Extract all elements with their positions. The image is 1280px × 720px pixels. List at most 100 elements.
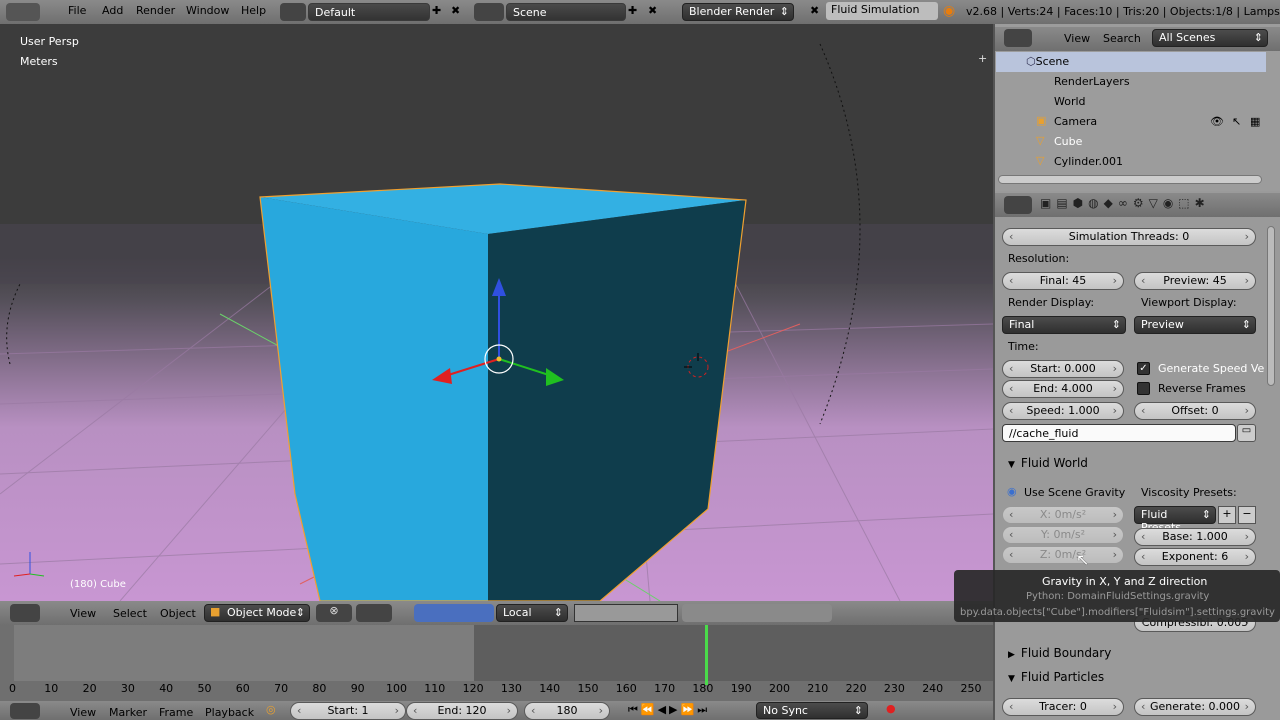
render-engine-select[interactable]: Blender Render [682, 3, 794, 21]
add-scene-icon[interactable]: ✚ [628, 4, 637, 17]
use-scene-gravity-label[interactable]: Use Scene Gravity [1024, 486, 1125, 499]
viewport-plus-icon[interactable]: + [978, 52, 987, 65]
speed-field[interactable]: Speed: 1.000 [1002, 402, 1124, 420]
panel-fluid-boundary[interactable]: Fluid Boundary [1000, 642, 1262, 664]
timeline-frame-field[interactable]: 180 [524, 702, 610, 720]
timeline-editor-icon[interactable] [10, 703, 40, 719]
timeline-tick-label: 120 [462, 682, 484, 695]
timeline-tick-label: 250 [960, 682, 982, 695]
properties-scrollbar[interactable] [1267, 226, 1275, 386]
layers-icon[interactable] [574, 604, 678, 622]
timeline-end-field[interactable]: End: 120 [406, 702, 518, 720]
render-display-select[interactable]: Final [1002, 316, 1126, 334]
layout-grid-icon[interactable] [280, 3, 306, 21]
timeline-start-field[interactable]: Start: 1 [290, 702, 406, 720]
preview-resolution-field[interactable]: Preview: 45 [1134, 272, 1256, 290]
visibility-eye-icon[interactable]: 👁 [1210, 115, 1224, 128]
record-icon[interactable]: ● [886, 702, 896, 715]
reverse-frames-checkbox[interactable] [1137, 382, 1150, 395]
outliner-row-world[interactable]: World [996, 92, 1266, 112]
context-tabs-icon[interactable]: ▣▤⬢◍◆∞⚙▽◉⬚✱ [1040, 196, 1278, 214]
view3d-menu-view[interactable]: View [70, 607, 96, 620]
timeline-tick-label: 220 [845, 682, 867, 695]
base-field[interactable]: Base: 1.000 [1134, 528, 1256, 546]
renderable-camera-icon[interactable]: ▦ [1250, 115, 1260, 128]
tooltip-python: Python: DomainFluidSettings.gravity [1026, 591, 1210, 602]
pivot-icon[interactable] [356, 604, 392, 622]
shading-icon[interactable]: ⊗ [316, 604, 352, 622]
snap-icon[interactable] [682, 604, 832, 622]
time-end-field[interactable]: End: 4.000 [1002, 380, 1124, 398]
editor-type-icon[interactable] [10, 604, 40, 622]
info-editor-icon[interactable] [6, 3, 40, 21]
gravity-x-field[interactable]: X: 0m/s² [1002, 506, 1124, 524]
orientation-select[interactable]: Local [496, 604, 568, 622]
menu-window[interactable]: Window [186, 4, 229, 17]
remove-scene-icon[interactable]: ✖ [648, 4, 657, 17]
outliner-menu-search[interactable]: Search [1103, 32, 1141, 45]
manipulator-icon[interactable] [414, 604, 494, 622]
outliner-row-scene[interactable]: ⬡ Scene [996, 52, 1266, 72]
view3d-menu-object[interactable]: Object [160, 607, 196, 620]
scene-icon[interactable] [474, 3, 504, 21]
cylinder-object-icon: ▽ [1036, 154, 1045, 167]
outliner-row-renderlayers[interactable]: RenderLayers [996, 72, 1266, 92]
playback-controls-icon[interactable]: ⏮⏪◀▶⏩⏭ [628, 703, 748, 718]
timeline-tick-label: 180 [692, 682, 714, 695]
timeline-current-frame[interactable] [705, 625, 708, 685]
final-resolution-field[interactable]: Final: 45 [1002, 272, 1124, 290]
timeline-tick-label: 70 [274, 682, 289, 695]
menu-render[interactable]: Render [136, 4, 175, 17]
panel-fluid-world[interactable]: Fluid World [1000, 452, 1262, 474]
viewport-display-select[interactable]: Preview [1134, 316, 1256, 334]
view3d-menu-select[interactable]: Select [113, 607, 147, 620]
viewport-display-label: Viewport Display: [1141, 296, 1237, 309]
outliner-row-label: Camera [1054, 115, 1098, 128]
fluid-presets-select[interactable]: Fluid Presets [1134, 506, 1216, 534]
gravity-y-field[interactable]: Y: 0m/s² [1002, 526, 1124, 544]
offset-field[interactable]: Offset: 0 [1134, 402, 1256, 420]
timeline-menu-playback[interactable]: Playback [205, 706, 254, 719]
layout-field[interactable]: Default [308, 3, 430, 21]
tooltip: Gravity in X, Y and Z direction Python: … [954, 570, 1280, 622]
exponent-field[interactable]: Exponent: 6 [1134, 548, 1256, 566]
object-mode-icon: ■ [210, 605, 221, 618]
sync-select[interactable]: No Sync [756, 702, 868, 719]
properties-editor-icon[interactable] [1004, 196, 1032, 214]
folder-browse-icon[interactable]: ▭ [1237, 424, 1256, 442]
scene-field[interactable]: Scene [506, 3, 626, 21]
selectable-cursor-icon[interactable]: ↖ [1232, 115, 1241, 128]
cache-path-field[interactable]: //cache_fluid [1002, 424, 1236, 442]
outliner-editor-icon[interactable] [1004, 29, 1032, 47]
remove-layout-icon[interactable]: ✖ [451, 4, 460, 17]
timeline-tick-label: 170 [654, 682, 676, 695]
outliner-scrollbar[interactable] [998, 175, 1262, 184]
generate-speed-checkbox[interactable]: ✓ [1137, 362, 1150, 375]
timeline-tick-label: 90 [350, 682, 365, 695]
timeline-menu-view[interactable]: View [70, 706, 96, 719]
outliner-filter-select[interactable]: All Scenes [1152, 29, 1268, 47]
viewport-3d[interactable]: User Persp Meters (180) Cube + [0, 24, 993, 601]
use-scene-gravity-icon[interactable]: ◉ [1007, 485, 1017, 498]
menu-help[interactable]: Help [241, 4, 266, 17]
timeline-menu-marker[interactable]: Marker [109, 706, 147, 719]
remove-preset-icon[interactable]: − [1238, 506, 1256, 524]
add-preset-icon[interactable]: + [1218, 506, 1236, 524]
time-start-field[interactable]: Start: 0.000 [1002, 360, 1124, 378]
menu-file[interactable]: File [68, 4, 86, 17]
reverse-frames-label: Reverse Frames [1158, 382, 1246, 395]
timeline-area[interactable] [0, 625, 993, 701]
timeline-menu-frame[interactable]: Frame [159, 706, 193, 719]
outliner-row-label: Cylinder.001 [1054, 155, 1124, 168]
camera-object-icon: ▣ [1036, 114, 1047, 127]
menu-add[interactable]: Add [102, 4, 123, 17]
panel-fluid-particles[interactable]: Fluid Particles [1000, 666, 1262, 688]
cancel-job-icon[interactable]: ✖ [810, 4, 819, 17]
tracer-field[interactable]: Tracer: 0 [1002, 698, 1124, 716]
simulation-threads-field[interactable]: Simulation Threads: 0 [1002, 228, 1256, 246]
add-layout-icon[interactable]: ✚ [432, 4, 441, 17]
generate-particles-field[interactable]: Generate: 0.000 [1134, 698, 1256, 716]
outliner-menu-view[interactable]: View [1064, 32, 1090, 45]
gravity-z-field[interactable]: Z: 0m/s² [1002, 546, 1124, 564]
preview-range-icon[interactable]: ◎ [266, 703, 276, 716]
